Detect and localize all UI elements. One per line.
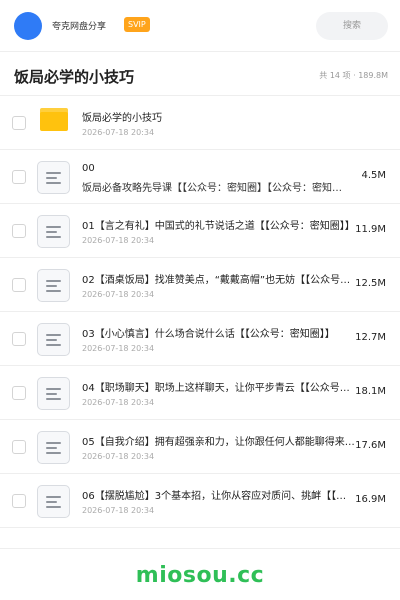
file-date: 2026-07-18 20:34 [82,344,155,353]
file-size: 12.5M [355,278,386,289]
file-name: 00 [82,163,95,174]
list-item[interactable]: 06【摆脱尴尬】3个基本招，让你从容应对质问、挑衅【【公众号：密知圈】】 202… [0,474,400,528]
document-icon [37,431,70,464]
select-checkbox[interactable] [12,332,26,346]
list-item[interactable]: 03【小心慎言】什么场合说什么话【【公众号：密知圈】】 2026-07-18 2… [0,312,400,366]
file-size: 17.6M [355,440,386,451]
document-icon [37,323,70,356]
search-button[interactable]: 搜索 [316,12,388,40]
folder-summary: 共 14 项 · 189.8M [319,71,388,80]
file-size: 11.9M [355,224,386,235]
select-checkbox[interactable] [12,494,26,508]
file-name: 饭局必学的小技巧 [82,113,162,124]
footer-divider [0,548,400,549]
file-name: 06【摆脱尴尬】3个基本招，让你从容应对质问、挑衅【【公众号：密知圈】】 [82,491,356,502]
document-icon [37,161,70,194]
top-bar: 夸克网盘分享 SVIP 搜索 [0,0,400,52]
select-checkbox[interactable] [12,278,26,292]
file-date: 2026-07-18 20:34 [82,506,155,515]
file-size: 18.1M [355,386,386,397]
document-icon [37,269,70,302]
select-checkbox[interactable] [12,170,26,184]
select-checkbox[interactable] [12,386,26,400]
file-date: 2026-07-18 20:34 [82,128,155,137]
file-name: 01【言之有礼】中国式的礼节说话之道【【公众号：密知圈】】 [82,221,355,232]
list-item[interactable]: 01【言之有礼】中国式的礼节说话之道【【公众号：密知圈】】 2026-07-18… [0,204,400,258]
file-name: 04【职场聊天】职场上这样聊天，让你平步青云【【公众号：密知圈】】 [82,383,356,394]
file-size: 12.7M [355,332,386,343]
list-item[interactable]: 饭局必学的小技巧 2026-07-18 20:34 [0,96,400,150]
folder-header: 饭局必学的小技巧 共 14 项 · 189.8M [0,52,400,96]
file-date: 2026-07-18 20:34 [82,398,155,407]
file-name: 05【自我介绍】拥有超强亲和力，让你跟任何人都能聊得来【【公众号：密知圈】】 [82,437,356,448]
list-item[interactable]: 00 饭局必备攻略先导课【【公众号：密知圈】【公众号：密知圈】 4.5M [0,150,400,204]
file-name: 03【小心慎言】什么场合说什么话【【公众号：密知圈】】 [82,329,335,340]
file-date: 2026-07-18 20:34 [82,452,155,461]
file-name: 02【酒桌饭局】找准赞美点，“戴戴高帽”也无妨【【公众号：密知圈】】 [82,275,356,286]
file-name-subtitle: 饭局必备攻略先导课【【公众号：密知圈】【公众号：密知圈】 [82,183,342,194]
page-title: 饭局必学的小技巧 [14,68,135,86]
avatar[interactable] [14,12,42,40]
select-checkbox[interactable] [12,440,26,454]
select-checkbox[interactable] [12,224,26,238]
list-item[interactable]: 05【自我介绍】拥有超强亲和力，让你跟任何人都能聊得来【【公众号：密知圈】】 2… [0,420,400,474]
list-item[interactable]: 04【职场聊天】职场上这样聊天，让你平步青云【【公众号：密知圈】】 2026-0… [0,366,400,420]
site-watermark: miosou.cc [135,563,265,588]
file-size: 4.5M [361,170,386,181]
file-date: 2026-07-18 20:34 [82,236,155,245]
list-item[interactable]: 02【酒桌饭局】找准赞美点，“戴戴高帽”也无妨【【公众号：密知圈】】 2026-… [0,258,400,312]
document-icon [37,215,70,248]
share-source-name: 夸克网盘分享 [52,22,107,32]
document-icon [37,485,70,518]
file-date: 2026-07-18 20:34 [82,290,155,299]
file-size: 16.9M [355,494,386,505]
document-icon [37,377,70,410]
select-checkbox[interactable] [12,116,26,130]
folder-icon [40,108,68,131]
svip-badge: SVIP [124,17,150,32]
